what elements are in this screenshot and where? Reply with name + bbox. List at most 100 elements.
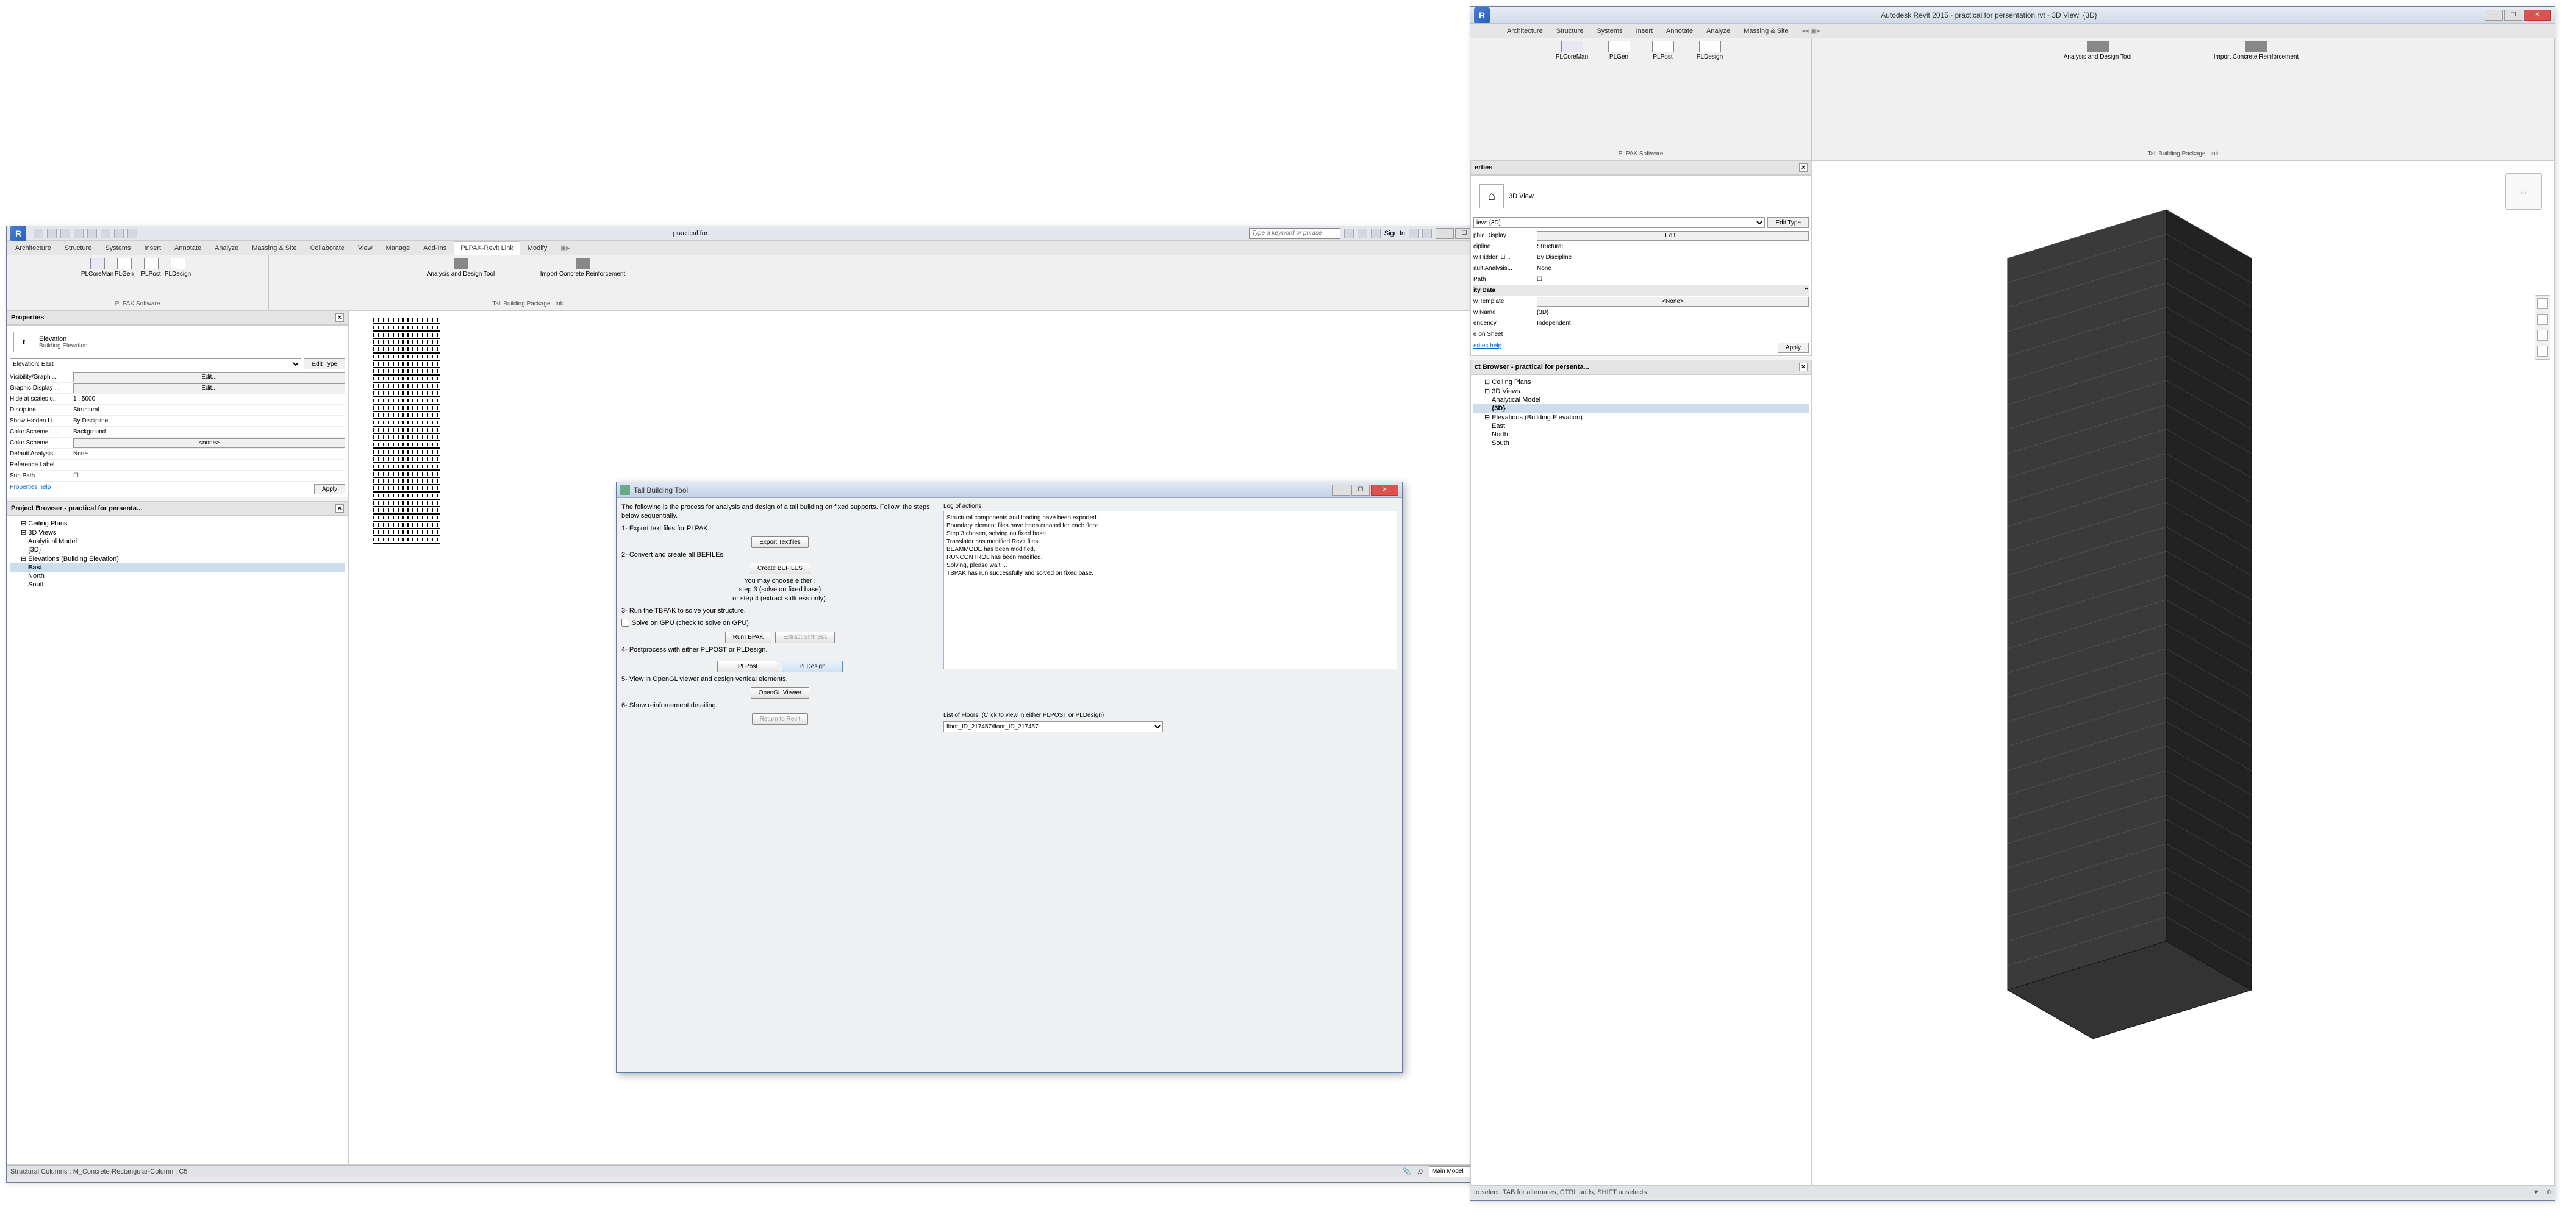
workset-icon[interactable]: 📎 <box>1403 1167 1411 1175</box>
dialog-close-button[interactable]: ✕ <box>1371 485 1398 496</box>
instance-selector[interactable]: Elevation: East <box>10 358 301 369</box>
tab-massing-site[interactable]: Massing & Site <box>1737 25 1794 37</box>
tree-item[interactable]: East <box>10 563 345 572</box>
instance-selector[interactable]: iew: {3D} <box>1473 217 1765 228</box>
tab-architecture[interactable]: Architecture <box>9 242 57 254</box>
property-value[interactable]: None <box>1534 265 1809 272</box>
close-panel-icon[interactable]: × <box>1799 363 1808 371</box>
pldesign-button[interactable]: PLDesign <box>1689 41 1731 60</box>
help-icon[interactable] <box>1422 229 1432 238</box>
zoom-icon[interactable] <box>2537 330 2548 341</box>
tab-structure[interactable]: Structure <box>59 242 98 254</box>
filter-icon[interactable]: ▼ <box>2533 1189 2539 1196</box>
dialog-maximize-button[interactable]: ☐ <box>1351 485 1370 496</box>
property-value[interactable]: Structural <box>71 407 345 413</box>
panel-expand-icon[interactable]: ▣▸ <box>560 244 570 252</box>
tab-structure[interactable]: Structure <box>1550 25 1590 37</box>
text-icon[interactable] <box>114 229 124 238</box>
apply-button[interactable]: Apply <box>1778 343 1809 353</box>
pan-icon[interactable] <box>2537 314 2548 325</box>
plpost-button[interactable]: PLPost <box>717 661 778 672</box>
tree-item[interactable]: ⊟ 3D Views <box>1473 387 1809 396</box>
open-icon[interactable] <box>34 229 43 238</box>
property-value[interactable]: By Discipline <box>71 418 345 424</box>
tab-view[interactable]: View <box>352 242 379 254</box>
3d-view-canvas[interactable]: ⬚ // floor lines will be drawn by JS bel… <box>1812 160 2555 1186</box>
create-befiles-button[interactable]: Create BEFILES <box>750 563 810 574</box>
tree-item[interactable]: Analytical Model <box>1473 396 1809 404</box>
tree-item[interactable]: {3D} <box>10 546 345 554</box>
panel-expand-icon[interactable]: ◂◂ ▣▸ <box>1802 27 1820 35</box>
import-reinforcement-button[interactable]: Import Concrete Reinforcement <box>528 258 638 277</box>
plpost-button[interactable]: PLPost <box>141 258 161 277</box>
tree-item[interactable]: ⊟ Elevations (Building Elevation) <box>1473 413 1809 422</box>
tab-manage[interactable]: Manage <box>380 242 417 254</box>
run-tbpak-button[interactable]: RunTBPAK <box>725 632 771 643</box>
tab-addins[interactable]: Add-Ins <box>417 242 453 254</box>
tab-annotate[interactable]: Annotate <box>1660 25 1699 37</box>
dim-icon[interactable] <box>127 229 137 238</box>
redo-icon[interactable] <box>74 229 84 238</box>
property-value[interactable]: None <box>71 451 345 457</box>
close-panel-icon[interactable]: × <box>1799 163 1808 172</box>
tree-item[interactable]: ⊟ Elevations (Building Elevation) <box>10 554 345 563</box>
tree-item[interactable]: North <box>1473 430 1809 439</box>
tree-item[interactable]: North <box>10 572 345 580</box>
minimize-button[interactable]: — <box>1436 228 1454 239</box>
tab-architecture[interactable]: Architecture <box>1501 25 1549 37</box>
property-value[interactable]: Edit... <box>71 383 345 393</box>
tree-item[interactable]: ⊟ Ceiling Plans <box>10 519 345 528</box>
property-value[interactable]: ☐ <box>71 472 345 479</box>
plgen-button[interactable]: PLGen <box>1601 41 1637 60</box>
revit-logo-icon[interactable]: R <box>1474 7 1490 23</box>
measure-icon[interactable] <box>101 229 110 238</box>
edit-type-button[interactable]: Edit Type <box>304 358 345 369</box>
tab-plpak-link[interactable]: PLPAK-Revit Link <box>454 241 520 255</box>
properties-help-link[interactable]: erties help <box>1473 343 1501 353</box>
pldesign-button[interactable]: PLDesign <box>782 661 843 672</box>
tab-analyze[interactable]: Analyze <box>209 242 245 254</box>
tab-systems[interactable]: Systems <box>99 242 137 254</box>
key-icon[interactable] <box>1358 229 1367 238</box>
analysis-design-tool-button[interactable]: Analysis and Design Tool <box>2043 41 2153 60</box>
property-edit-button[interactable]: <None> <box>1537 297 1809 307</box>
analysis-design-tool-button[interactable]: Analysis and Design Tool <box>418 258 504 277</box>
property-value[interactable]: 1 : 5000 <box>71 396 345 402</box>
orbit-icon[interactable] <box>2537 346 2548 357</box>
tree-item[interactable]: South <box>1473 439 1809 447</box>
tab-collaborate[interactable]: Collaborate <box>304 242 351 254</box>
tab-systems[interactable]: Systems <box>1590 25 1628 37</box>
plgen-button[interactable]: PLGen <box>115 258 134 277</box>
property-value[interactable]: <None> <box>1534 297 1809 307</box>
property-value[interactable]: ☐ <box>1534 276 1809 283</box>
dialog-minimize-button[interactable]: — <box>1332 485 1350 496</box>
undo-icon[interactable] <box>60 229 70 238</box>
import-reinforcement-button[interactable]: Import Concrete Reinforcement <box>2189 41 2324 60</box>
edit-type-button[interactable]: Edit Type <box>1767 217 1809 228</box>
property-value[interactable]: Structural <box>1534 243 1809 250</box>
tab-annotate[interactable]: Annotate <box>168 242 207 254</box>
property-edit-button[interactable]: Edit... <box>73 383 345 393</box>
search-icon[interactable] <box>1344 229 1354 238</box>
property-value[interactable]: Background <box>71 429 345 435</box>
tree-item[interactable]: {3D} <box>1473 404 1809 413</box>
close-panel-icon[interactable]: × <box>335 313 344 322</box>
revit-logo-icon[interactable]: R <box>10 226 26 241</box>
save-icon[interactable] <box>47 229 57 238</box>
tree-item[interactable]: South <box>10 580 345 589</box>
tree-item[interactable]: Analytical Model <box>10 537 345 546</box>
property-value[interactable]: Independent <box>1534 320 1809 327</box>
minimize-button[interactable]: — <box>2485 10 2503 21</box>
tree-item[interactable]: East <box>1473 422 1809 430</box>
solve-gpu-checkbox[interactable]: Solve on GPU (check to solve on GPU) <box>621 619 939 627</box>
tab-massing-site[interactable]: Massing & Site <box>246 242 302 254</box>
plcoreman-button[interactable]: PLCoreMan <box>1551 41 1594 60</box>
extract-stiffness-button[interactable]: Extract Stiffness <box>775 632 835 643</box>
search-input[interactable] <box>1249 228 1340 239</box>
star-icon[interactable] <box>1371 229 1381 238</box>
property-value[interactable]: Edit... <box>71 372 345 382</box>
steering-wheel-icon[interactable] <box>2537 298 2548 309</box>
signin-link[interactable]: Sign In <box>1384 230 1405 237</box>
opengl-viewer-button[interactable]: OpenGL Viewer <box>751 687 810 699</box>
tab-insert[interactable]: Insert <box>138 242 168 254</box>
